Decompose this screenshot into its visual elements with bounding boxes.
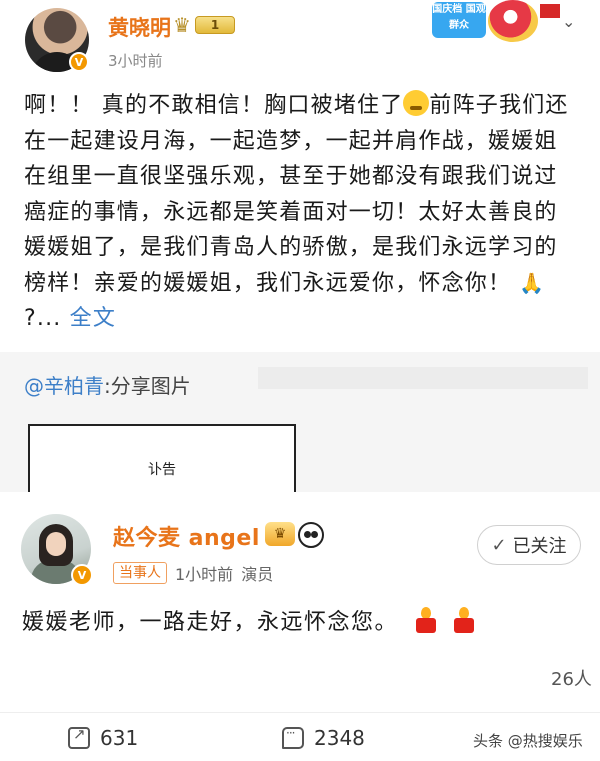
verified-icon: V	[69, 52, 89, 72]
repost-card[interactable]: @辛柏青:分享图片 讣告	[0, 352, 600, 492]
author-name[interactable]: 赵今麦 angel	[113, 520, 260, 552]
promo-banner[interactable]: 国庆档 国观群众	[432, 0, 562, 44]
post2-text: 媛媛老师，一路走好，永远怀念您。	[22, 604, 475, 636]
chevron-down-icon[interactable]: ⌄	[562, 12, 580, 31]
check-icon: ✓	[491, 534, 507, 556]
post-time: 1小时前	[175, 565, 234, 584]
panda-icon[interactable]	[298, 522, 324, 548]
follow-button[interactable]: ✓ 已关注	[477, 525, 581, 565]
follow-label: 已关注	[512, 536, 567, 557]
candle-icon	[415, 607, 437, 633]
post-meta: 当事人 1小时前 演员	[113, 562, 273, 584]
repost-suffix: :分享图片	[104, 374, 191, 398]
comment-count: 2348	[314, 726, 365, 750]
author-role: 演员	[241, 565, 274, 584]
party-tag: 当事人	[113, 562, 167, 584]
flag-icon	[540, 4, 560, 18]
member-level-badge[interactable]: ♛ 1	[173, 13, 239, 37]
avatar-face	[46, 532, 66, 556]
wax	[415, 618, 436, 633]
share-button[interactable]: 631	[68, 725, 139, 750]
post-text-part: 前阵子我们还在一起建设月海，一起造梦，一起并肩作战，媛媛姐在组里一直很坚强乐观，…	[24, 93, 569, 296]
mention-link[interactable]: @辛柏青	[24, 374, 104, 398]
post-text-part: ?...	[24, 306, 70, 331]
level-number: 1	[195, 16, 235, 34]
comment-button[interactable]: 2348	[282, 726, 365, 750]
post-text-part: 啊！！ 真的不敢相信！胸口被堵住了	[24, 93, 404, 118]
wax	[454, 618, 475, 633]
repost-line: @辛柏青:分享图片	[24, 370, 191, 399]
share-count: 631	[100, 726, 139, 750]
action-bar: 631 2348 头条 @热搜娱乐	[0, 720, 600, 761]
candle-icon	[453, 607, 475, 633]
post-text: 媛媛老师，一路走好，永远怀念您。	[22, 610, 399, 635]
background-ghost	[258, 367, 588, 389]
watermark: 头条 @热搜娱乐	[473, 732, 583, 750]
post2-card: V 赵今麦 angel ♛ ✓ 已关注 当事人 1小时前 演员 媛媛老师，一路走…	[0, 492, 600, 761]
crown-icon: ♛	[173, 13, 191, 37]
share-icon	[68, 725, 90, 749]
vip-crown-badge[interactable]: ♛	[265, 522, 295, 546]
comment-icon	[282, 726, 304, 749]
post-time: 3小时前	[108, 52, 163, 70]
crown-icon: ♛	[265, 522, 295, 546]
divider	[0, 712, 600, 713]
post1-text: 啊！！ 真的不敢相信！胸口被堵住了 前阵子我们还在一起建设月海，一起造梦，一起并肩…	[24, 88, 580, 337]
expand-full-text-link[interactable]: 全文	[70, 306, 116, 331]
obituary-title: 讣告	[148, 462, 176, 478]
author-name[interactable]: 黄晓明	[108, 12, 171, 42]
pray-emoji-icon: 🙏	[519, 270, 546, 295]
repost-image[interactable]: 讣告	[28, 424, 296, 492]
post1-header: V 黄晓明 ♛ 1 3小时前 国庆档 国观群众 ⌄	[0, 0, 600, 82]
verified-icon: V	[71, 564, 93, 586]
crying-emoji-icon	[403, 90, 430, 116]
likes-count[interactable]: 26人	[551, 665, 592, 691]
mascot-icon	[488, 0, 538, 42]
promo-tag: 国庆档 国观群众	[432, 2, 486, 38]
